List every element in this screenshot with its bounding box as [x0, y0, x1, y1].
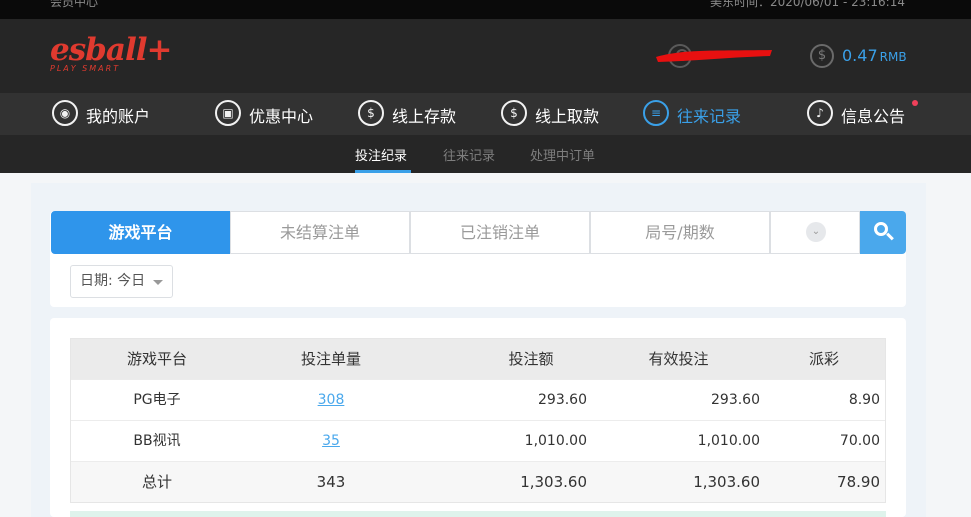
col-header-payout: 派彩: [808, 350, 839, 368]
redaction-mark: [656, 50, 772, 62]
sub-nav: 投注纪录 往来记录 处理中订单: [0, 135, 971, 173]
col-header-platform: 游戏平台: [126, 350, 187, 368]
bet-summary-table: 游戏平台 投注单量 投注额 有效投注 派彩 PG电子 308 293.60 29…: [70, 338, 886, 503]
member-center-link[interactable]: 会员中心: [50, 0, 98, 10]
records-icon: ≡: [643, 100, 669, 126]
caret-down-icon: [153, 280, 163, 285]
total-label: 总计: [141, 473, 172, 491]
total-bet: 1,303.60: [520, 473, 587, 491]
tab-round-number[interactable]: 局号/期数: [590, 211, 770, 254]
total-count: 343: [316, 473, 346, 491]
subnav-active-indicator: [355, 170, 411, 173]
coin-icon: $: [810, 44, 834, 68]
tab-game-platform[interactable]: 游戏平台: [51, 211, 230, 254]
cell-bet: 1,010.00: [524, 433, 587, 449]
tab-unsettled[interactable]: 未结算注单: [230, 211, 410, 254]
cell-platform: BB视讯: [133, 433, 181, 449]
table-row: BB视讯 35 1,010.00 1,010.00 70.00: [71, 420, 885, 461]
cell-payout: 70.00: [839, 433, 880, 449]
subnav-bet-records[interactable]: 投注纪录: [355, 145, 407, 164]
table-row: PG电子 308 293.60 293.60 8.90: [71, 379, 885, 420]
logo[interactable]: esball+ PLAY SMART: [50, 32, 172, 83]
tab-cancelled[interactable]: 已注销注单: [410, 211, 590, 254]
cell-bet: 293.60: [538, 392, 587, 408]
bell-icon: ♪: [807, 100, 833, 126]
withdraw-icon: $: [501, 100, 527, 126]
main-nav: ◉ 我的账户 ▣ 优惠中心 $ 线上存款 $ 线上取款 ≡ 往来记录 ♪ 信息公…: [0, 93, 971, 135]
top-strip: 会员中心 美东时间：2020/06/01 - 23:16:14: [0, 0, 971, 19]
count-link[interactable]: 308: [318, 392, 345, 408]
table-header-row: 游戏平台 投注单量 投注额 有效投注 派彩: [71, 339, 885, 379]
bottom-notice-bar: [70, 511, 886, 517]
header: esball+ PLAY SMART $ 0.47 RMB: [0, 19, 971, 93]
deposit-icon: $: [358, 100, 384, 126]
logo-wordmark: esball+: [50, 32, 172, 68]
chevron-down-icon[interactable]: ⌄: [806, 222, 826, 242]
nav-label: 信息公告: [841, 107, 906, 126]
gift-icon: ▣: [215, 100, 241, 126]
col-header-valid: 有效投注: [648, 350, 709, 368]
total-payout: 78.90: [837, 473, 880, 491]
cell-valid: 1,010.00: [697, 433, 760, 449]
search-button[interactable]: [860, 211, 906, 254]
balance-currency: RMB: [879, 50, 907, 64]
col-header-count: 投注单量: [300, 350, 361, 368]
cell-payout: 8.90: [848, 392, 880, 408]
subnav-transactions[interactable]: 往来记录: [443, 145, 495, 164]
cell-platform: PG电子: [133, 392, 181, 408]
nav-label: 往来记录: [677, 107, 742, 126]
balance: 0.47 RMB: [842, 46, 907, 65]
nav-label: 我的账户: [86, 107, 151, 126]
cell-valid: 293.60: [711, 392, 760, 408]
nav-label: 优惠中心: [249, 107, 314, 126]
cell-count: 35: [243, 421, 419, 461]
server-time: 美东时间：2020/06/01 - 23:16:14: [709, 0, 905, 9]
count-link[interactable]: 35: [322, 433, 340, 449]
search-icon-handle: [886, 232, 894, 241]
subnav-pending-orders[interactable]: 处理中订单: [530, 145, 595, 164]
balance-amount: 0.47: [842, 46, 878, 65]
total-valid: 1,303.60: [693, 473, 760, 491]
notification-dot: [912, 100, 918, 106]
table-total-row: 总计 343 1,303.60 1,303.60 78.90: [71, 461, 885, 502]
date-filter-value: 日期: 今日: [80, 273, 146, 289]
nav-label: 线上存款: [392, 107, 457, 126]
user-icon: ◉: [52, 100, 78, 126]
nav-label: 线上取款: [535, 107, 600, 126]
date-filter-select[interactable]: 日期: 今日: [70, 265, 173, 298]
cell-count: 308: [243, 380, 419, 420]
